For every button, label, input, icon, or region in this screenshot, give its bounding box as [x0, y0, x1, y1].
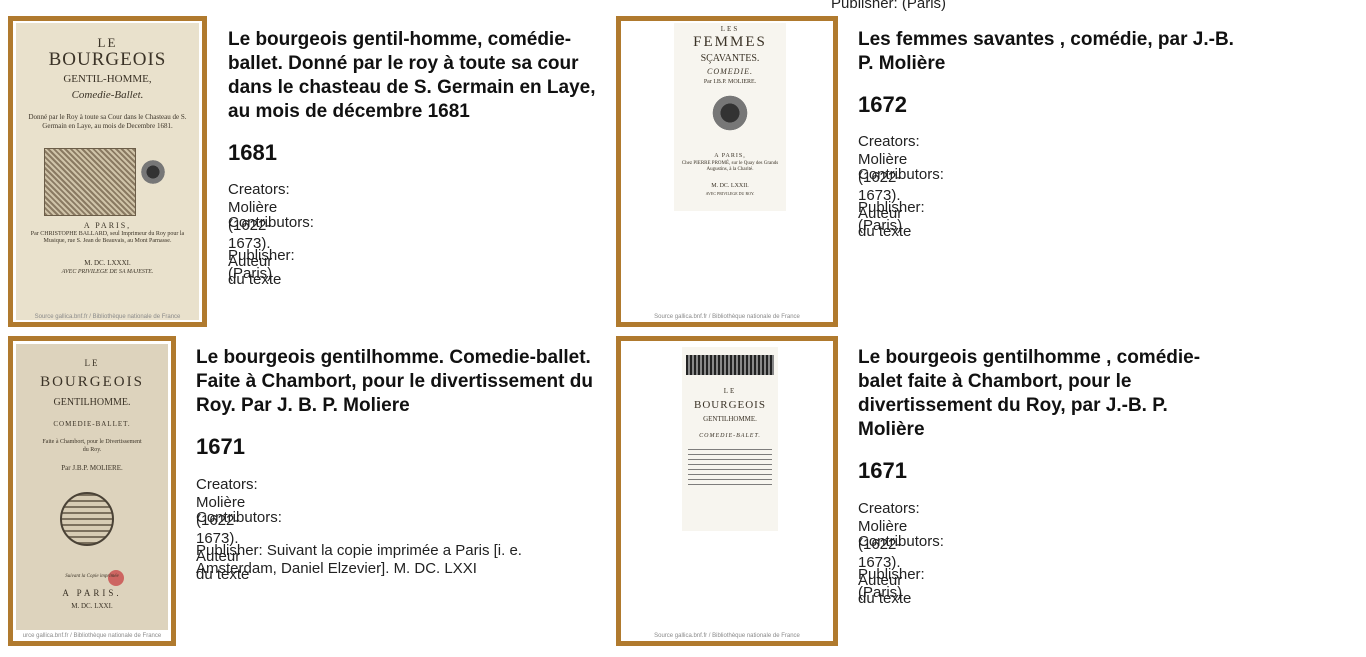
cover-line: AVEC PRIVILEGE DU ROY. — [705, 191, 755, 196]
cover-line: GENTILHOMME. — [53, 397, 131, 408]
image-source-credit: Source gallica.bnf.fr / Bibliothèque nat… — [34, 314, 181, 320]
book-cover-image: LE BOURGEOIS GENTILHOMME. COMEDIE-BALLET… — [16, 344, 168, 630]
cover-line: BOURGEOIS — [694, 399, 766, 411]
result-title[interactable]: Les femmes savantes , comédie, par J.-B.… — [858, 28, 1238, 76]
result-title[interactable]: Le bourgeois gentilhomme , comédie-balet… — [858, 346, 1218, 442]
image-source-credit: Source gallica.bnf.fr / Bibliothèque nat… — [654, 314, 800, 320]
cover-line: A PARIS, — [714, 153, 746, 159]
result-contributors: Contributors: — [858, 533, 944, 550]
cover-line: A PARIS, — [83, 221, 132, 230]
result-contributors: Contributors: — [228, 214, 314, 231]
cover-line: Comedie-Ballet. — [71, 89, 144, 101]
cover-ornament — [708, 91, 752, 135]
book-cover-image: LES FEMMES SÇAVANTES. COMEDIE. Par I.B.P… — [674, 23, 786, 211]
cover-line: COMEDIE-BALLET. — [53, 420, 131, 428]
result-thumbnail[interactable]: LES FEMMES SÇAVANTES. COMEDIE. Par I.B.P… — [616, 16, 838, 327]
result-publisher: Publisher: (Paris) — [228, 247, 295, 282]
cover-line: Par J.B.P. MOLIERE. — [61, 464, 123, 472]
cover-line: FEMMES — [693, 34, 767, 50]
cover-line: AVEC PRIVILEGE DE SA MAJESTE. — [61, 269, 154, 275]
image-source-credit: Source gallica.bnf.fr / Bibliothèque nat… — [654, 633, 800, 639]
cover-line: M. DC. LXXXI. — [84, 259, 131, 267]
cover-line: Suivant la Copie imprimée — [65, 574, 119, 579]
cover-line: GENTIL-HOMME, — [63, 73, 152, 85]
result-contributors: Contributors: — [196, 509, 282, 526]
result-title[interactable]: Le bourgeois gentil-homme, comédie-balle… — [228, 28, 616, 124]
result-publisher: Publisher: Suivant la copie imprimée a P… — [196, 542, 522, 577]
result-thumbnail[interactable]: LE BOURGEOIS GENTILHOMME. COMEDIE-BALLET… — [8, 336, 176, 646]
cover-line: COMEDIE. — [707, 67, 753, 76]
image-source-credit: urce gallica.bnf.fr / Bibliothèque natio… — [22, 633, 162, 639]
cover-line: SÇAVANTES. — [700, 53, 760, 64]
result-year: 1681 — [228, 140, 277, 165]
cover-line: A PARIS. — [62, 588, 122, 598]
result-year: 1672 — [858, 92, 907, 117]
result-publisher: Publisher: (Paris) — [858, 566, 925, 601]
cover-line: Par CHRISTOPHE BALLARD, seul Imprimeur d… — [30, 231, 185, 244]
cover-line: LE — [84, 358, 100, 368]
cover-line: M. DC. LXXII. — [711, 183, 749, 189]
result-contributors: Contributors: — [858, 166, 944, 183]
result-publisher: Publisher: (Paris) — [858, 199, 925, 234]
result-thumbnail[interactable]: LE BOURGEOIS GENTIL-HOMME, Comedie-Balle… — [8, 16, 207, 327]
cover-line: M. DC. LXXI. — [71, 602, 113, 610]
cover-engraving — [44, 148, 136, 216]
result-title[interactable]: Le bourgeois gentilhomme. Comedie-ballet… — [196, 346, 616, 418]
cover-line: BOURGEOIS — [48, 49, 167, 70]
result-year: 1671 — [196, 434, 245, 459]
cover-line: LE — [723, 387, 737, 395]
cover-text-block — [688, 449, 772, 485]
book-cover-image: LE BOURGEOIS GENTILHOMME. COMEDIE-BALET. — [682, 347, 778, 531]
cover-line: COMEDIE-BALET. — [699, 433, 761, 439]
result-thumbnail[interactable]: LE BOURGEOIS GENTILHOMME. COMEDIE-BALET.… — [616, 336, 838, 646]
cover-line: LES — [720, 25, 740, 33]
cover-header-ornament — [686, 355, 774, 375]
library-stamp — [138, 157, 168, 187]
cover-line: GENTILHOMME. — [703, 415, 757, 423]
cover-line: Donné par le Roy à toute sa Cour dans le… — [28, 113, 187, 130]
previous-result-publisher: Publisher: (Paris) — [831, 0, 947, 12]
result-year: 1671 — [858, 458, 907, 483]
cover-line: Faite à Chambort, pour le Divertissement… — [42, 439, 142, 453]
cover-line: Par I.B.P. MOLIERE. — [703, 79, 757, 85]
cover-line: BOURGEOIS — [40, 374, 144, 390]
cover-armillary-sphere — [60, 492, 114, 546]
cover-line: Chez PIERRE PROMÉ, sur le Quay des Grand… — [681, 161, 779, 172]
book-cover-image: LE BOURGEOIS GENTIL-HOMME, Comedie-Balle… — [16, 23, 199, 320]
